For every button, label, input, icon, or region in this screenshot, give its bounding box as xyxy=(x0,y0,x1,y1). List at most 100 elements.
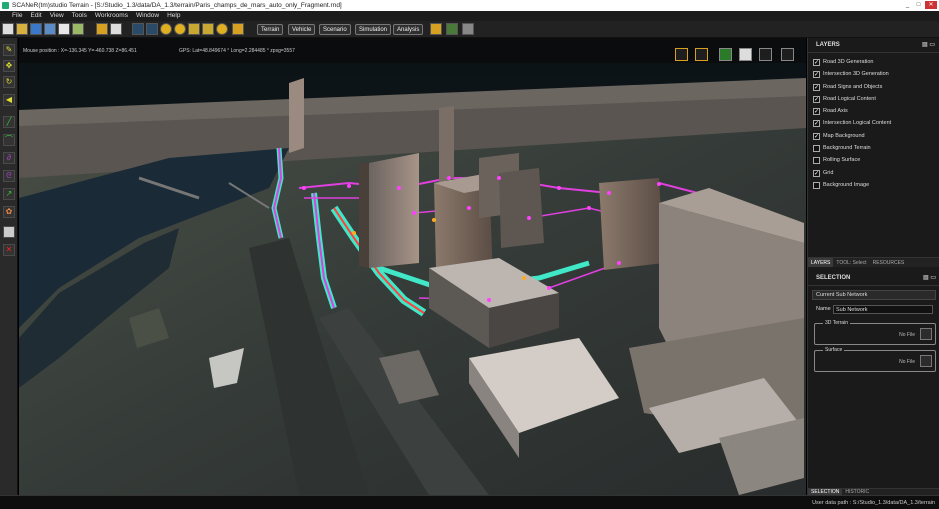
checkbox[interactable] xyxy=(813,118,820,130)
loop-tool-icon[interactable]: ∂ xyxy=(3,152,15,164)
delete-icon[interactable]: ✕ xyxy=(3,244,15,256)
spiral-tool-icon[interactable]: ᘓ xyxy=(3,170,15,182)
layers-title: LAYERS xyxy=(816,42,840,48)
pencil-icon[interactable]: ✎ xyxy=(3,44,15,56)
save-icon[interactable] xyxy=(30,23,42,35)
menu-tools[interactable]: Tools xyxy=(72,11,87,21)
layer-intersection-logical-content[interactable]: Intersection Logical Content xyxy=(808,117,939,130)
workroom-vehicle-button[interactable]: Vehicle xyxy=(288,24,316,35)
paint-tool-icon[interactable]: ✿ xyxy=(3,206,15,218)
tab-layers[interactable]: LAYERS xyxy=(808,258,834,267)
selection-title: SELECTION xyxy=(816,275,851,281)
new-file-icon[interactable] xyxy=(2,23,14,35)
checkbox[interactable] xyxy=(813,106,820,118)
layer-label: Road Logical Content xyxy=(823,95,876,102)
workroom-analysis-button[interactable]: Analysis xyxy=(393,24,424,35)
checkbox[interactable] xyxy=(813,181,820,189)
checkbox[interactable] xyxy=(813,157,820,165)
layer-rolling-surface[interactable]: Rolling Surface xyxy=(808,154,939,166)
back-arrow-icon[interactable] xyxy=(96,23,108,35)
panel-tabs-top: LAYERS TOOL: Select RESOURCES xyxy=(808,257,939,267)
speaker-icon[interactable]: ◀ xyxy=(3,94,15,106)
view-split-icon[interactable] xyxy=(695,48,708,61)
menu-window[interactable]: Window xyxy=(136,11,159,21)
checkbox[interactable] xyxy=(813,94,820,106)
zoom-extent-icon[interactable] xyxy=(202,23,214,35)
main-toolbar: Terrain Vehicle Scenario Simulation Anal… xyxy=(0,21,939,38)
line-tool-icon[interactable]: ╱ xyxy=(3,116,15,128)
checkbox[interactable] xyxy=(813,145,820,153)
menu-edit[interactable]: Edit xyxy=(30,11,41,21)
layers-panel-header: LAYERS ▤ ▭ xyxy=(808,38,939,53)
dots-tool-icon[interactable] xyxy=(146,23,158,35)
checkbox[interactable] xyxy=(813,168,820,180)
layers-list: Road 3D Generation Intersection 3D Gener… xyxy=(808,53,939,191)
layer-road-axis[interactable]: Road Axis xyxy=(808,105,939,118)
center-icon[interactable] xyxy=(216,23,228,35)
checkbox[interactable] xyxy=(813,82,820,94)
import-icon[interactable] xyxy=(58,23,70,35)
name-input[interactable]: Sub Network xyxy=(833,305,933,314)
menu-workrooms[interactable]: Workrooms xyxy=(95,11,128,21)
left-toolbox: ✎ ✥ ↻ ◀ ╱ ⌒ ∂ ᘓ ↗ ✿ ✕ xyxy=(0,38,18,509)
group-value: No File xyxy=(899,359,915,365)
view-layout-icon[interactable] xyxy=(675,48,688,61)
blank-tool-icon[interactable] xyxy=(3,226,15,238)
workroom-simulation-button[interactable]: Simulation xyxy=(355,24,392,35)
layer-label: Rolling Surface xyxy=(823,157,861,164)
menu-file[interactable]: File xyxy=(12,11,22,21)
layer-grid[interactable]: Grid xyxy=(808,167,939,180)
node-tool-icon[interactable] xyxy=(132,23,144,35)
checkbox[interactable] xyxy=(813,69,820,81)
camera-icon[interactable] xyxy=(759,48,772,61)
window-controls: _ □ ✕ xyxy=(903,1,937,9)
layer-background-image[interactable]: Background Image xyxy=(808,179,939,191)
rotate-icon[interactable]: ↻ xyxy=(3,76,15,88)
maximize-button[interactable]: □ xyxy=(914,1,923,9)
cross-view-icon[interactable] xyxy=(446,23,458,35)
branch-tool-icon[interactable]: ↗ xyxy=(3,188,15,200)
layer-background-terrain[interactable]: Background Terrain xyxy=(808,142,939,154)
close-button[interactable]: ✕ xyxy=(925,1,937,9)
name-label: Name xyxy=(816,306,831,312)
view-2d-icon[interactable] xyxy=(719,48,732,61)
browse-folder-icon[interactable] xyxy=(920,328,932,340)
layer-road-3d-generation[interactable]: Road 3D Generation xyxy=(808,56,939,69)
layer-map-background[interactable]: Map Background xyxy=(808,130,939,143)
move-icon[interactable]: ✥ xyxy=(3,60,15,72)
blank-icon[interactable] xyxy=(110,23,122,35)
tab-tool-select[interactable]: TOOL: Select xyxy=(833,258,869,267)
film-icon[interactable] xyxy=(462,23,474,35)
current-sub-network: Current Sub Network xyxy=(812,290,936,300)
layer-road-logical-content[interactable]: Road Logical Content xyxy=(808,93,939,106)
layer-road-signs-objects[interactable]: Road Signs and Objects xyxy=(808,81,939,94)
app-icon xyxy=(2,2,9,9)
menu-view[interactable]: View xyxy=(50,11,64,21)
curve-tool-icon[interactable]: ⌒ xyxy=(3,134,15,146)
window-layout-icon[interactable] xyxy=(430,23,442,35)
checkbox[interactable] xyxy=(813,57,820,69)
minimize-button[interactable]: _ xyxy=(903,1,912,9)
image-icon[interactable] xyxy=(44,23,56,35)
viewport-status-bar: Mouse position : X=-136.345 Y=-460.738 Z… xyxy=(19,38,806,63)
workroom-terrain-button[interactable]: Terrain xyxy=(257,24,284,35)
checkbox[interactable] xyxy=(813,131,820,143)
browse-folder-icon[interactable] xyxy=(920,355,932,367)
3d-viewport[interactable]: Mouse position : X=-136.345 Y=-460.738 Z… xyxy=(19,38,806,495)
map-icon[interactable] xyxy=(72,23,84,35)
menu-help[interactable]: Help xyxy=(167,11,180,21)
layer-intersection-3d-generation[interactable]: Intersection 3D Generation xyxy=(808,68,939,81)
crosshair-icon[interactable] xyxy=(232,23,244,35)
panel-options-icon[interactable]: ▤ ▭ xyxy=(922,38,935,53)
screenshot-icon[interactable] xyxy=(781,48,794,61)
panel-tabs-bottom: SELECTION HISTORIC xyxy=(808,488,939,495)
zoom-out-icon[interactable] xyxy=(174,23,186,35)
panel-options-icon[interactable]: ▤ ▭ xyxy=(923,271,936,286)
open-folder-icon[interactable] xyxy=(16,23,28,35)
workroom-scenario-button[interactable]: Scenario xyxy=(319,24,351,35)
zoom-in-icon[interactable] xyxy=(160,23,172,35)
view-3d-icon[interactable] xyxy=(739,48,752,61)
zoom-region-icon[interactable] xyxy=(188,23,200,35)
layer-label: Road Axis xyxy=(823,108,848,115)
tab-resources[interactable]: RESOURCES xyxy=(870,258,908,267)
